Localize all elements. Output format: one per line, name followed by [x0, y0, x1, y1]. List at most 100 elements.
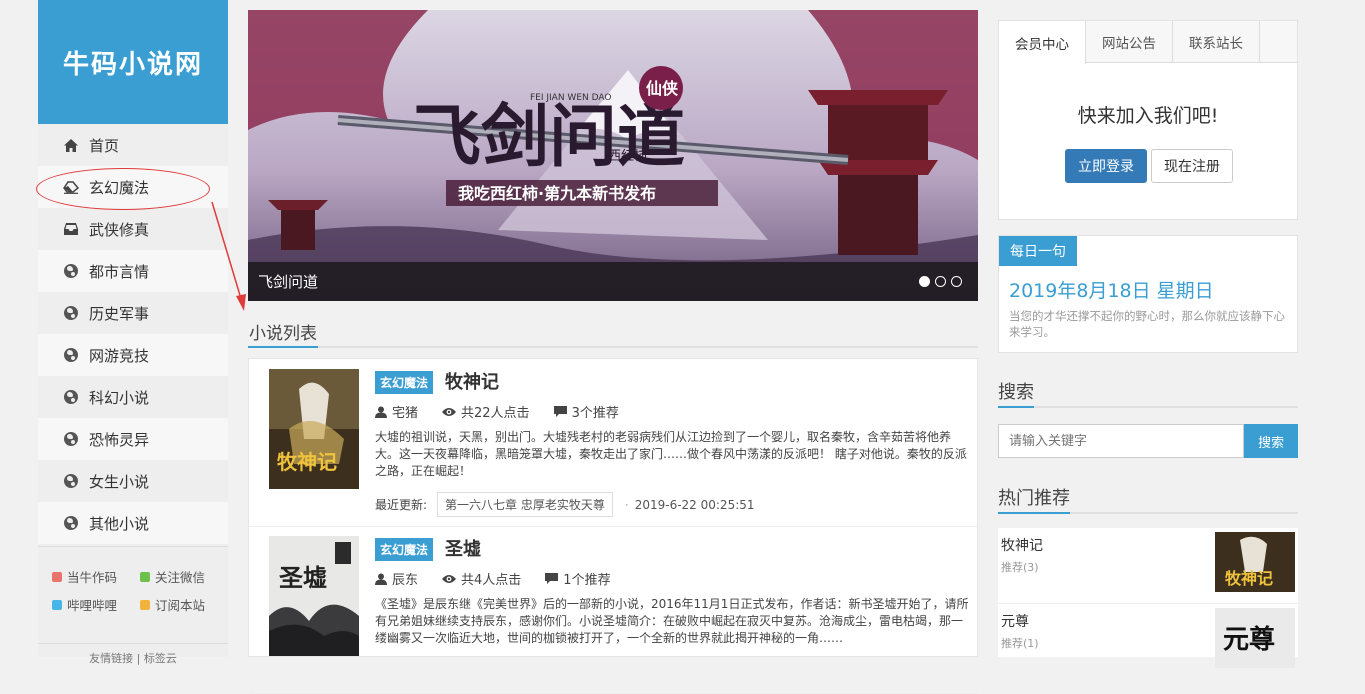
globe-icon — [63, 431, 79, 447]
register-button[interactable]: 现在注册 — [1151, 149, 1233, 183]
banner-badge-art: 仙侠 — [646, 79, 679, 98]
link-dangniu[interactable]: 当牛作码 — [52, 567, 117, 586]
search-section-header: 搜索 — [998, 378, 1298, 408]
svg-text:牧神记: 牧神记 — [1225, 569, 1273, 588]
hot-item-title[interactable]: 元尊 — [1001, 611, 1029, 631]
separator: · — [624, 497, 629, 512]
square-icon — [140, 571, 150, 582]
latest-chapter-link[interactable]: 第一六八七章 忠厚老实牧天尊 — [437, 492, 613, 517]
nav-label: 女生小说 — [89, 472, 150, 491]
carousel-dot[interactable] — [919, 276, 930, 287]
nav-label: 历史军事 — [89, 304, 150, 323]
banner-caption-bar: 飞剑问道 — [248, 262, 978, 301]
carousel-dot[interactable] — [935, 276, 946, 287]
list-header: 小说列表 — [248, 316, 978, 348]
comment-icon — [553, 405, 567, 417]
search-button[interactable]: 搜索 — [1244, 424, 1298, 458]
hot-item[interactable]: 牧神记 推荐(3) 牧神记 — [998, 528, 1298, 604]
novel-list: 牧神记 玄幻魔法 牧神记 宅猪 共22人点击 3个推荐 大墟的祖训说，天黑，别出… — [248, 358, 978, 694]
friend-links[interactable]: 友情链接 | 标签云 — [38, 643, 228, 666]
eye-icon — [442, 407, 457, 416]
novel-description: 《圣墟》是辰东继《完美世界》后的一部新的小说，2016年11月1日正式发布，作者… — [375, 597, 969, 645]
banner-pinyin-art: FEI JIAN WEN DAO — [530, 93, 611, 103]
daily-quote-text: 当您的才华还撑不起你的野心时，那么你就应该静下心来学习。 — [1009, 309, 1285, 339]
banner-caption[interactable]: 飞剑问道 — [258, 271, 318, 292]
svg-text:牧神记: 牧神记 — [277, 450, 337, 474]
join-prompt: 快来加入我们吧! — [1077, 105, 1219, 127]
nav-item-gaming[interactable]: 网游竞技 — [38, 334, 228, 376]
section-title: 搜索 — [998, 378, 1034, 408]
search-form: 搜索 — [998, 424, 1298, 458]
book-cover[interactable]: 圣墟 — [269, 536, 359, 656]
square-icon — [140, 599, 150, 610]
link-wechat[interactable]: 关注微信 — [140, 567, 205, 586]
nav-item-female[interactable]: 女生小说 — [38, 460, 228, 502]
novel-meta: 辰东 共4人点击 1个推荐 — [375, 569, 635, 588]
hot-item-cover[interactable]: 牧神记 — [1215, 532, 1295, 592]
hot-item-title[interactable]: 牧神记 — [1001, 535, 1043, 555]
banner-image: 飞剑问道 FEI JIAN WEN DAO 仙侠 西红柿 我吃西红柿·第九本新书… — [248, 10, 978, 301]
author: 辰东 — [375, 569, 418, 588]
site-logo[interactable]: 牛码小说网 — [38, 0, 228, 124]
tab-contact[interactable]: 联系站长 — [1173, 21, 1260, 63]
banner-seal-art: 西红柿 — [608, 148, 647, 164]
globe-icon — [63, 473, 79, 489]
author: 宅猪 — [375, 402, 418, 421]
nav-item-scifi[interactable]: 科幻小说 — [38, 376, 228, 418]
inbox-icon — [63, 221, 79, 237]
home-icon — [63, 137, 79, 153]
search-input[interactable] — [998, 424, 1245, 458]
banner-subtitle-art: 我吃西红柿·第九本新书发布 — [458, 184, 656, 203]
banner-carousel[interactable]: 飞剑问道 FEI JIAN WEN DAO 仙侠 西红柿 我吃西红柿·第九本新书… — [248, 10, 978, 301]
nav-label: 科幻小说 — [89, 388, 150, 407]
daily-quote-panel: 每日一句 2019年8月18日 星期日 当您的才华还撑不起你的野心时，那么你就应… — [998, 235, 1298, 353]
click-count: 共22人点击 — [442, 402, 530, 421]
nav-label: 都市言情 — [89, 262, 150, 281]
nav-item-horror[interactable]: 恐怖灵异 — [38, 418, 228, 460]
section-title: 小说列表 — [248, 316, 318, 348]
click-count: 共4人点击 — [442, 569, 521, 588]
recommend-count: 3个推荐 — [553, 402, 619, 421]
novel-meta: 宅猪 共22人点击 3个推荐 — [375, 402, 643, 421]
novel-title[interactable]: 牧神记 — [445, 368, 499, 394]
square-icon — [52, 599, 62, 610]
carousel-indicators — [914, 276, 962, 287]
nav-item-home[interactable]: 首页 — [38, 124, 228, 166]
nav-label: 网游竞技 — [89, 346, 150, 365]
tab-member-center[interactable]: 会员中心 — [999, 21, 1086, 64]
user-icon — [375, 573, 387, 585]
nav-label: 武侠修真 — [89, 220, 150, 239]
daily-date: 2019年8月18日 星期日 — [1009, 280, 1214, 302]
novel-item: 牧神记 玄幻魔法 牧神记 宅猪 共22人点击 3个推荐 大墟的祖训说，天黑，别出… — [249, 359, 977, 527]
novel-title[interactable]: 圣墟 — [445, 535, 481, 561]
logo-text: 牛码小说网 — [62, 49, 203, 80]
book-cover[interactable]: 牧神记 — [269, 369, 359, 489]
square-icon — [52, 571, 62, 582]
login-button[interactable]: 立即登录 — [1065, 149, 1147, 183]
category-tag[interactable]: 玄幻魔法 — [375, 538, 434, 561]
recommend-count: 1个推荐 — [545, 569, 611, 588]
comment-icon — [545, 572, 559, 584]
hot-section-header: 热门推荐 — [998, 484, 1298, 514]
globe-icon — [63, 305, 79, 321]
link-bilibili[interactable]: 哔哩哔哩 — [52, 595, 117, 614]
latest-label: 最近更新: — [375, 498, 428, 512]
svg-text:元尊: 元尊 — [1223, 624, 1275, 655]
banner-title-art: 飞剑问道 — [413, 97, 685, 177]
hot-item[interactable]: 元尊 推荐(1) 元尊 — [998, 604, 1298, 668]
latest-update: 最近更新: 第一六八七章 忠厚老实牧天尊 · 2019-6-22 00:25:5… — [375, 492, 755, 517]
category-tag[interactable]: 玄幻魔法 — [375, 371, 434, 394]
link-subscribe[interactable]: 订阅本站 — [140, 595, 205, 614]
nav-item-other[interactable]: 其他小说 — [38, 502, 228, 544]
eye-icon — [442, 574, 457, 583]
annotation-ellipse — [36, 168, 210, 210]
tab-announcements[interactable]: 网站公告 — [1086, 21, 1173, 63]
novel-item: 圣墟 玄幻魔法 圣墟 辰东 共4人点击 1个推荐 《圣墟》是辰东继《完美世界》后… — [249, 526, 977, 694]
daily-label: 每日一句 — [999, 236, 1077, 266]
svg-text:圣墟: 圣墟 — [279, 563, 327, 592]
globe-icon — [63, 515, 79, 531]
novel-description: 大墟的祖训说，天黑，别出门。大墟残老村的老弱病残们从江边捡到了一个婴儿，取名秦牧… — [375, 430, 967, 478]
hot-item-cover[interactable]: 元尊 — [1215, 608, 1295, 668]
carousel-dot[interactable] — [951, 276, 962, 287]
latest-time: 2019-6-22 00:25:51 — [634, 497, 755, 512]
